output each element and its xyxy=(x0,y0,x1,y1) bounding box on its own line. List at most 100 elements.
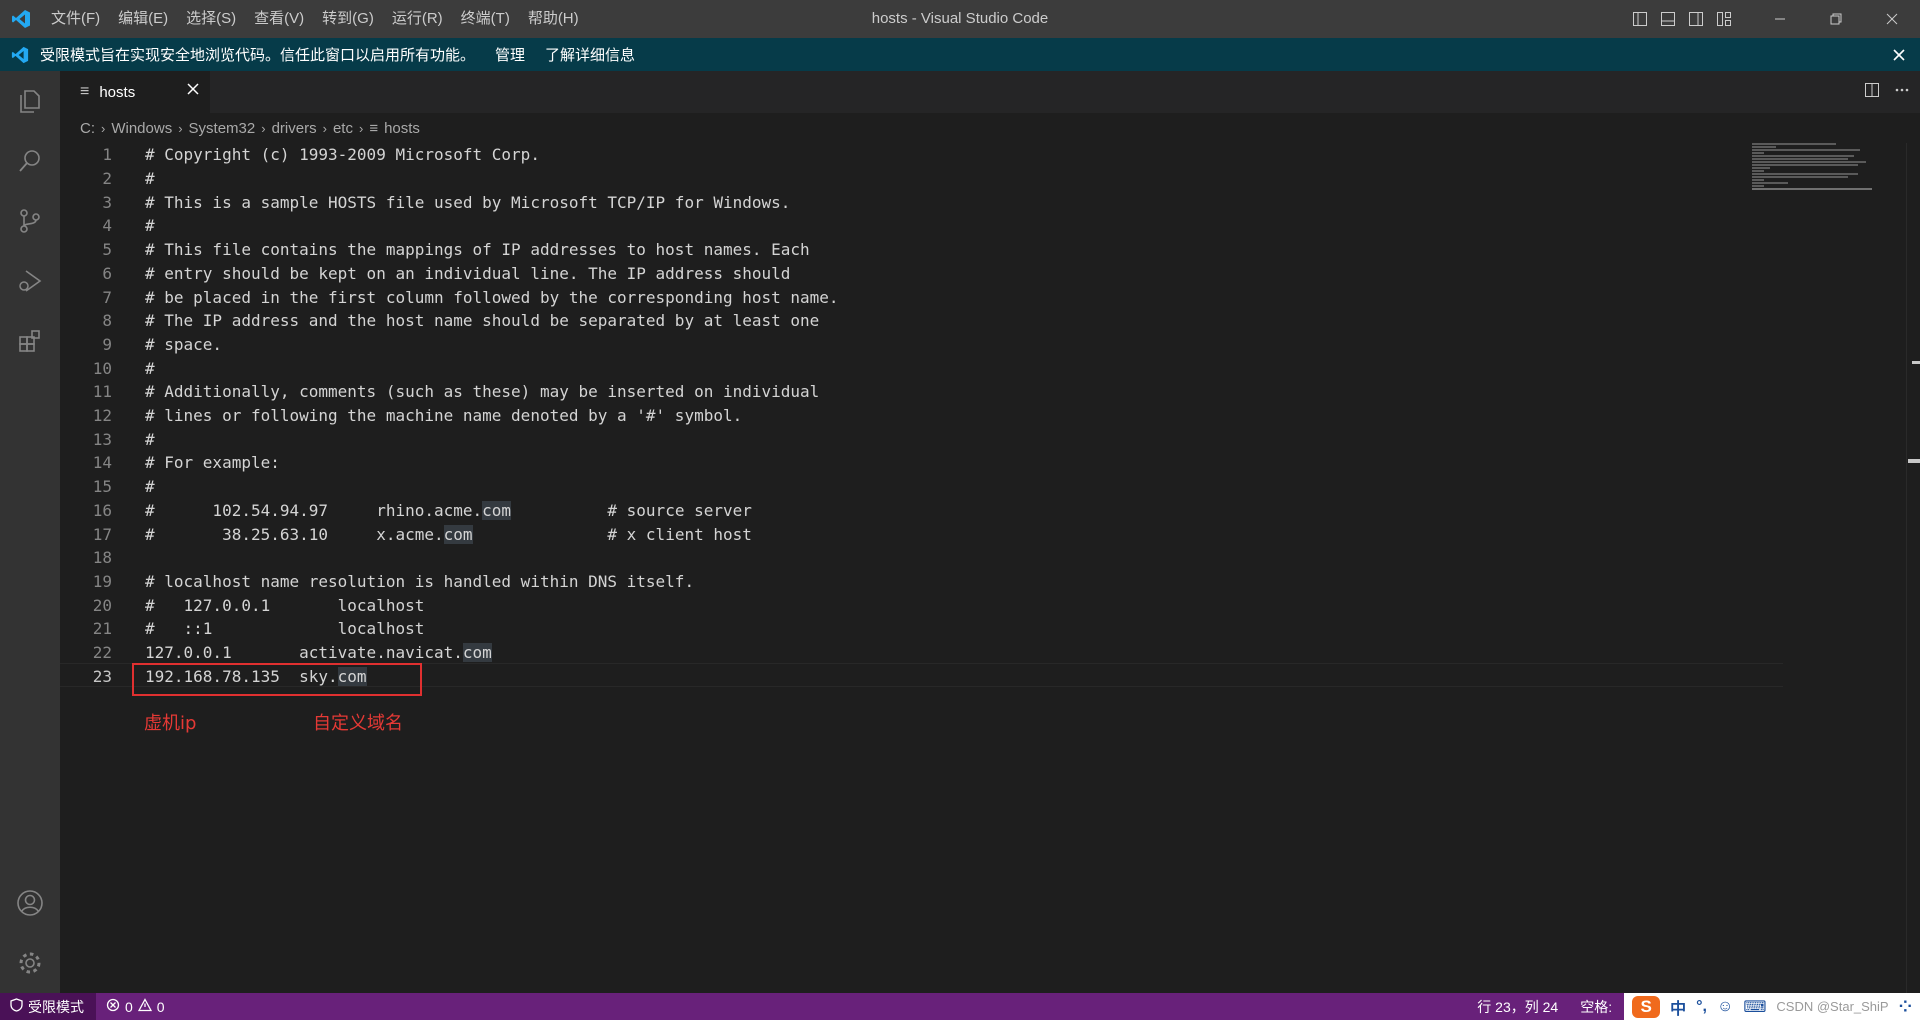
menu-run[interactable]: 运行(R) xyxy=(383,0,452,38)
status-problems[interactable]: 0 0 xyxy=(106,998,165,1015)
code-text: # ::1 localhost xyxy=(145,619,424,638)
breadcrumb-drivers[interactable]: drivers xyxy=(272,120,317,137)
code-line[interactable]: 9 # space. xyxy=(60,333,1780,357)
line-number: 13 xyxy=(92,429,112,449)
code-text: # xyxy=(145,430,155,449)
emoji-icon[interactable]: ☺ xyxy=(1717,998,1733,1016)
code-line[interactable]: 20 # 127.0.0.1 localhost xyxy=(60,593,1780,617)
selection-highlight: com xyxy=(443,524,473,544)
toggle-panel-icon[interactable] xyxy=(1654,0,1682,38)
code-line[interactable]: 8 # The IP address and the host name shou… xyxy=(60,309,1780,333)
breadcrumb-file[interactable]: hosts xyxy=(384,120,420,137)
search-icon[interactable] xyxy=(0,131,60,191)
code-line[interactable]: 18 xyxy=(60,546,1780,570)
toggle-secondary-sidebar-icon[interactable] xyxy=(1682,0,1710,38)
code-text-main: # be placed in the first column followed… xyxy=(145,287,839,307)
code-line[interactable]: 1 # Copyright (c) 1993-2009 Microsoft Cor… xyxy=(60,143,1780,167)
title-bar: 文件(F) 编辑(E) 选择(S) 查看(V) 转到(G) 运行(R) 终端(T… xyxy=(0,0,1920,38)
menu-grid-icon[interactable]: ⁘ xyxy=(1899,997,1912,1017)
close-icon[interactable] xyxy=(186,82,200,100)
banner-manage-link[interactable]: 管理 xyxy=(495,44,525,65)
code-line[interactable]: 11 # Additionally, comments (such as thes… xyxy=(60,380,1780,404)
more-actions-icon[interactable] xyxy=(1894,82,1910,103)
line-number: 16 xyxy=(92,500,112,520)
minimize-icon[interactable] xyxy=(1752,0,1808,38)
code-text: # xyxy=(145,477,155,496)
activity-bar xyxy=(0,71,60,993)
code-text: # localhost name resolution is handled w… xyxy=(145,572,694,591)
lines-icon: ≡ xyxy=(369,119,379,137)
status-right: 行 23，列 24 空格: S 中 °, ☺ ⌨ CSDN @Star_ShiP… xyxy=(1477,993,1920,1020)
code-text: # be placed in the first column followed… xyxy=(145,288,839,307)
gear-icon[interactable] xyxy=(0,933,60,993)
code-line[interactable]: 2 # xyxy=(60,167,1780,191)
status-restricted-mode[interactable]: 受限模式 xyxy=(0,993,96,1020)
code-line[interactable]: 21 # ::1 localhost xyxy=(60,617,1780,641)
code-line[interactable]: 22 127.0.0.1 activate.navicat.com xyxy=(60,641,1780,665)
code-line[interactable]: 14 # For example: xyxy=(60,451,1780,475)
code-text-main: # 102.54.94.97 rhino.acme. xyxy=(145,500,483,520)
code-line[interactable]: 7 # be placed in the first column followe… xyxy=(60,285,1780,309)
indentation[interactable]: 空格: xyxy=(1580,997,1612,1017)
code-line[interactable]: 19 # localhost name resolution is handled… xyxy=(60,570,1780,594)
accounts-icon[interactable] xyxy=(0,873,60,933)
code-line[interactable]: 10 # xyxy=(60,356,1780,380)
tab-hosts[interactable]: ≡ hosts xyxy=(60,71,210,113)
breadcrumb-drive[interactable]: C: xyxy=(80,120,95,137)
annotation-ip-label: 虚机ip xyxy=(144,713,197,734)
restore-icon[interactable] xyxy=(1808,0,1864,38)
customize-layout-icon[interactable] xyxy=(1710,0,1738,38)
code-line[interactable]: 23 192.168.78.135 sky.com xyxy=(60,664,1780,688)
line-number: 1 xyxy=(102,145,112,165)
menu-edit[interactable]: 编辑(E) xyxy=(109,0,177,38)
line-number: 23 xyxy=(92,666,112,686)
code-text-main: # 127.0.0.1 localhost xyxy=(145,595,425,615)
code-text: 127.0.0.1 activate.navicat.com xyxy=(145,643,492,663)
ime-punct[interactable]: °, xyxy=(1696,998,1707,1016)
explorer-icon[interactable] xyxy=(0,71,60,131)
code-line[interactable]: 12 # lines or following the machine name … xyxy=(60,404,1780,428)
banner-learn-more-link[interactable]: 了解详细信息 xyxy=(545,44,635,65)
source-control-icon[interactable] xyxy=(0,191,60,251)
code-line[interactable]: 15 # xyxy=(60,475,1780,499)
chevron-right-icon: › xyxy=(101,120,106,136)
line-number: 18 xyxy=(92,548,112,568)
breadcrumb: C: › Windows › System32 › drivers › etc … xyxy=(60,113,1920,143)
code-text-main: # For example: xyxy=(145,453,280,473)
menu-selection[interactable]: 选择(S) xyxy=(177,0,245,38)
code-line[interactable]: 17 # 38.25.63.10 x.acme.com # x client ho… xyxy=(60,522,1780,546)
ime-mode[interactable]: 中 xyxy=(1670,995,1686,1019)
keyboard-icon[interactable]: ⌨ xyxy=(1743,997,1766,1017)
ime-toolbar[interactable]: S 中 °, ☺ ⌨ CSDN @Star_ShiP ⁘ xyxy=(1624,993,1920,1020)
extensions-icon[interactable] xyxy=(0,311,60,371)
menu-file[interactable]: 文件(F) xyxy=(42,0,109,38)
code-line[interactable]: 5 # This file contains the mappings of IP… xyxy=(60,238,1780,262)
split-editor-icon[interactable] xyxy=(1864,82,1880,103)
line-number: 5 xyxy=(102,240,112,260)
vertical-scrollbar[interactable] xyxy=(1906,143,1920,993)
banner-close-icon[interactable] xyxy=(1892,38,1906,71)
code-text: # Additionally, comments (such as these)… xyxy=(145,382,819,401)
breadcrumb-etc[interactable]: etc xyxy=(333,120,353,137)
vscode-logo-icon xyxy=(0,0,42,38)
menu-bar: 文件(F) 编辑(E) 选择(S) 查看(V) 转到(G) 运行(R) 终端(T… xyxy=(42,0,588,38)
code-line[interactable]: 3 # This is a sample HOSTS file used by M… xyxy=(60,190,1780,214)
close-window-icon[interactable] xyxy=(1864,0,1920,38)
code-text-main: # space. xyxy=(145,334,223,354)
breadcrumb-windows[interactable]: Windows xyxy=(111,120,172,137)
menu-terminal[interactable]: 终端(T) xyxy=(452,0,519,38)
code-text: # xyxy=(145,359,155,378)
menu-help[interactable]: 帮助(H) xyxy=(519,0,588,38)
cursor-position[interactable]: 行 23，列 24 xyxy=(1477,997,1558,1017)
line-number: 14 xyxy=(92,453,112,473)
code-editor[interactable]: 虚机ip 自定义域名 1 # Copyright (c) 1993-2009 Mi… xyxy=(60,143,1920,993)
code-line[interactable]: 13 # xyxy=(60,427,1780,451)
code-line[interactable]: 6 # entry should be kept on an individual… xyxy=(60,262,1780,286)
breadcrumb-system32[interactable]: System32 xyxy=(189,120,256,137)
code-line[interactable]: 4 # xyxy=(60,214,1780,238)
menu-go[interactable]: 转到(G) xyxy=(313,0,383,38)
menu-view[interactable]: 查看(V) xyxy=(245,0,313,38)
toggle-sidebar-icon[interactable] xyxy=(1626,0,1654,38)
run-debug-icon[interactable] xyxy=(0,251,60,311)
code-line[interactable]: 16 # 102.54.94.97 rhino.acme.com # source… xyxy=(60,499,1780,523)
